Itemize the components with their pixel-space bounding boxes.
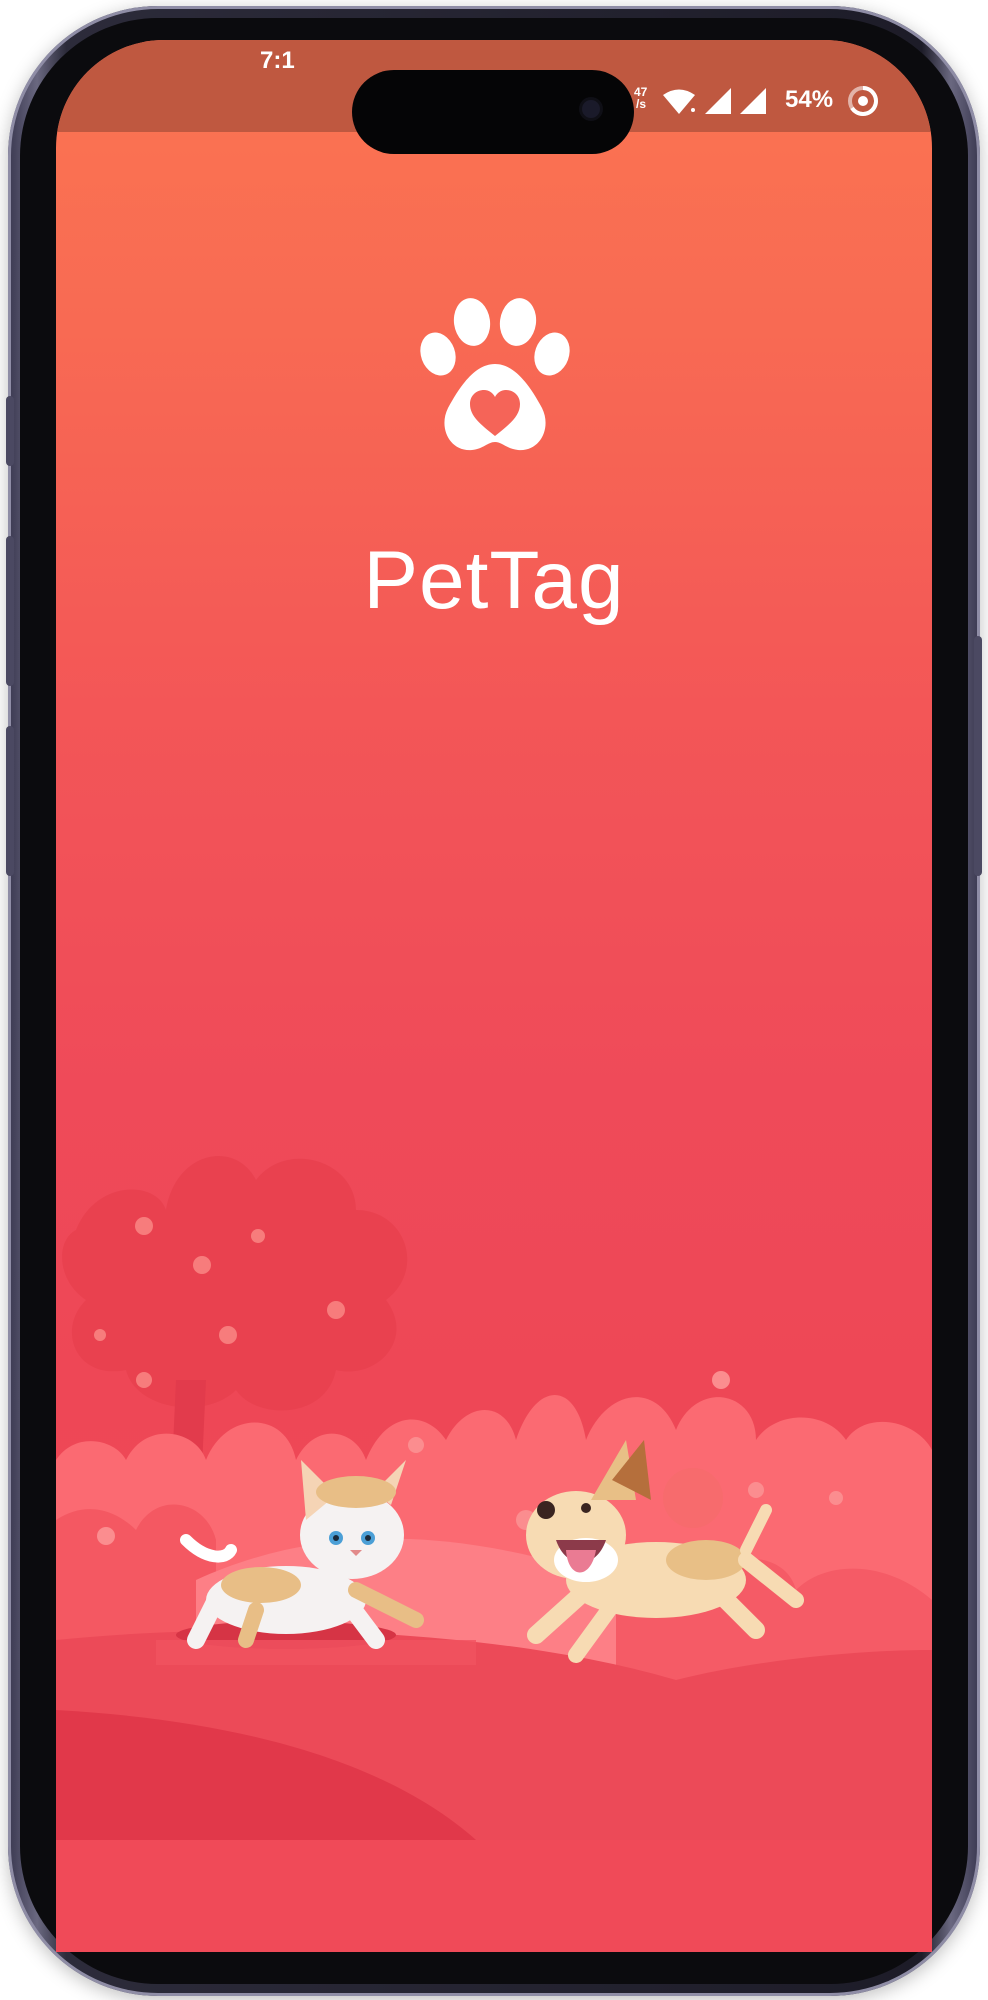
- network-speed-unit: /s: [636, 97, 647, 111]
- front-camera: [582, 100, 600, 118]
- app-title: PetTag: [363, 535, 625, 626]
- ground-front: [56, 1840, 932, 1952]
- cat-and-dog-running-illustration: [56, 1156, 932, 1952]
- power-button: [974, 636, 982, 876]
- battery-ring-icon: [848, 86, 878, 116]
- paw-heart-icon: [420, 298, 570, 451]
- cell-signal-icon: [740, 88, 766, 114]
- cell-signal-icon: [705, 88, 731, 114]
- battery-percent: 54%: [785, 86, 834, 113]
- tree-canopy: [62, 1156, 408, 1411]
- wifi-icon: [663, 89, 695, 114]
- volume-down-button: [6, 726, 14, 876]
- status-time: 7:1: [260, 47, 295, 74]
- action-button: [6, 396, 14, 466]
